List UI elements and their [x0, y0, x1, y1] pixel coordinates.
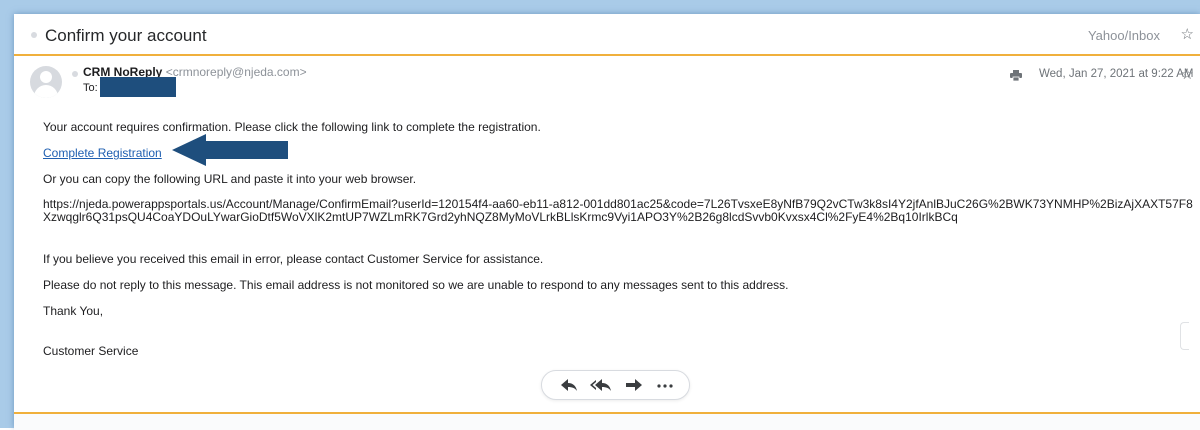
next-message-bar: [14, 412, 1200, 430]
sender-email: <crmnoreply@njeda.com>: [165, 65, 307, 79]
email-subject: Confirm your account: [45, 26, 207, 45]
closing-thanks: Thank You,: [43, 304, 104, 318]
annotation-arrow-icon: [172, 134, 288, 166]
redacted-recipient: [100, 77, 176, 97]
unread-dot: [31, 32, 37, 38]
body-line-3: If you believe you received this email i…: [43, 252, 544, 266]
message-header: CRM NoReply <crmnoreply@njeda.com> To: W…: [14, 58, 1200, 120]
star-icon[interactable]: ☆: [1181, 27, 1194, 42]
body-line-1: Your account requires confirmation. Plea…: [43, 120, 541, 134]
print-icon[interactable]: [1010, 70, 1022, 81]
signature: Customer Service: [43, 344, 139, 358]
complete-registration-link[interactable]: Complete Registration: [43, 146, 162, 160]
scroll-handle[interactable]: [1180, 322, 1189, 350]
sender-dot: [72, 71, 78, 77]
avatar: [30, 66, 62, 98]
body-line-2: Or you can copy the following URL and pa…: [43, 172, 417, 186]
subject-bar: Confirm your account Yahoo/Inbox ☆: [14, 14, 1200, 56]
folder-label[interactable]: Yahoo/Inbox: [1088, 28, 1160, 43]
reply-all-icon[interactable]: [589, 376, 613, 394]
to-label: To:: [83, 82, 98, 94]
confirmation-url[interactable]: https://njeda.powerappsportals.us/Accoun…: [43, 198, 1193, 224]
more-icon[interactable]: [655, 376, 675, 394]
email-view: Confirm your account Yahoo/Inbox ☆ CRM N…: [14, 14, 1200, 430]
message-actions: [541, 370, 690, 400]
message-date: Wed, Jan 27, 2021 at 9:22 AM: [1039, 68, 1194, 80]
message-star-icon[interactable]: ☆: [1181, 67, 1194, 82]
forward-icon[interactable]: [624, 376, 644, 394]
reply-icon[interactable]: [559, 376, 579, 394]
body-line-4: Please do not reply to this message. Thi…: [43, 278, 789, 292]
